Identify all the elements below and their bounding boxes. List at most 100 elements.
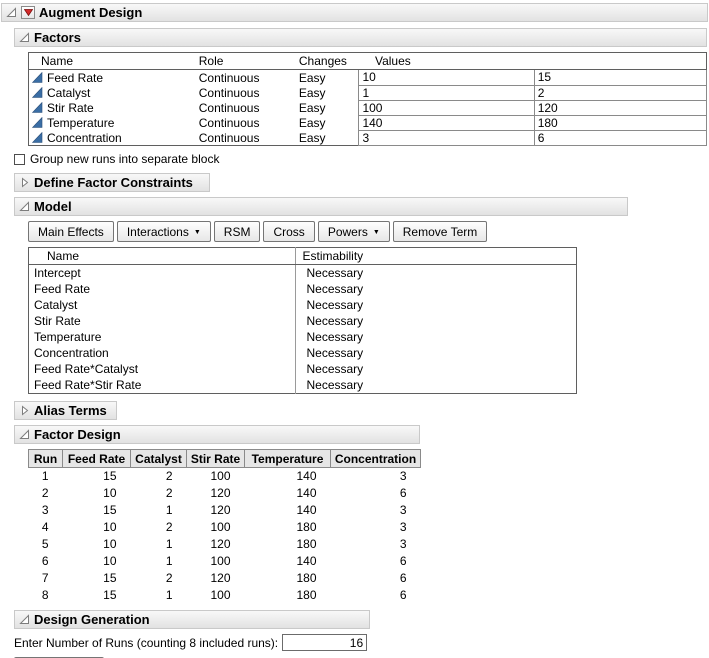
factor-changes[interactable]: Easy xyxy=(296,100,359,115)
number-of-runs-label: Enter Number of Runs (counting 8 include… xyxy=(14,636,278,650)
factor-row[interactable]: Concentration Continuous Easy 3 6 xyxy=(29,130,707,146)
factor-row[interactable]: Stir Rate Continuous Easy 100 120 xyxy=(29,100,707,115)
disclosure-open-icon[interactable] xyxy=(19,201,30,212)
fd-row: 4 10 2 100 180 3 xyxy=(29,519,421,536)
factor-changes[interactable]: Easy xyxy=(296,85,359,100)
fd-run: 7 xyxy=(29,570,63,587)
model-term-row[interactable]: Concentration Necessary xyxy=(29,345,577,361)
factor-changes[interactable]: Easy xyxy=(296,115,359,130)
disclosure-open-icon[interactable] xyxy=(6,7,17,18)
factor-row[interactable]: Catalyst Continuous Easy 1 2 xyxy=(29,85,707,100)
constraints-section-header[interactable]: Define Factor Constraints xyxy=(14,173,210,192)
factor-changes[interactable]: Easy xyxy=(296,130,359,146)
group-runs-checkbox[interactable] xyxy=(14,154,25,165)
model-section-title: Model xyxy=(34,199,72,214)
model-section-header[interactable]: Model xyxy=(14,197,628,216)
model-term-name[interactable]: Feed Rate xyxy=(29,281,296,297)
model-term-name[interactable]: Feed Rate*Stir Rate xyxy=(29,377,296,394)
model-term-name[interactable]: Stir Rate xyxy=(29,313,296,329)
model-term-name[interactable]: Catalyst xyxy=(29,297,296,313)
fd-run: 1 xyxy=(29,468,63,485)
factor-value-high[interactable]: 6 xyxy=(534,130,706,146)
fd-catalyst: 2 xyxy=(131,485,187,502)
powers-button[interactable]: Powers▼ xyxy=(318,221,390,242)
factor-role[interactable]: Continuous xyxy=(196,130,296,146)
fd-run: 6 xyxy=(29,553,63,570)
factor-changes[interactable]: Easy xyxy=(296,70,359,86)
model-term-name[interactable]: Intercept xyxy=(29,265,296,282)
factor-role[interactable]: Continuous xyxy=(196,85,296,100)
fd-temperature: 180 xyxy=(245,519,331,536)
model-term-estimability[interactable]: Necessary xyxy=(296,329,577,345)
disclosure-open-icon[interactable] xyxy=(19,32,30,43)
model-term-row[interactable]: Feed Rate*Stir Rate Necessary xyxy=(29,377,577,394)
dropdown-arrow-icon: ▼ xyxy=(194,229,201,236)
factor-value-high[interactable]: 120 xyxy=(534,100,706,115)
factor-value-low[interactable]: 1 xyxy=(359,85,534,100)
fd-concentration: 3 xyxy=(331,502,421,519)
factor-value-low[interactable]: 3 xyxy=(359,130,534,146)
design-generation-section-header[interactable]: Design Generation xyxy=(14,610,370,629)
model-term-row[interactable]: Temperature Necessary xyxy=(29,329,577,345)
model-term-row[interactable]: Feed Rate Necessary xyxy=(29,281,577,297)
remove-term-button[interactable]: Remove Term xyxy=(393,221,487,242)
constraints-section-title: Define Factor Constraints xyxy=(34,175,193,190)
model-term-row[interactable]: Stir Rate Necessary xyxy=(29,313,577,329)
factor-row[interactable]: Temperature Continuous Easy 140 180 xyxy=(29,115,707,130)
model-term-estimability[interactable]: Necessary xyxy=(296,361,577,377)
fd-stir-rate: 100 xyxy=(187,468,245,485)
model-term-row[interactable]: Feed Rate*Catalyst Necessary xyxy=(29,361,577,377)
model-term-estimability[interactable]: Necessary xyxy=(296,377,577,394)
factor-design-section-header[interactable]: Factor Design xyxy=(14,425,420,444)
model-term-estimability[interactable]: Necessary xyxy=(296,345,577,361)
continuous-factor-icon xyxy=(32,102,43,113)
group-runs-label[interactable]: Group new runs into separate block xyxy=(30,152,219,166)
model-term-estimability[interactable]: Necessary xyxy=(296,281,577,297)
interactions-button[interactable]: Interactions▼ xyxy=(117,221,211,242)
rsm-button[interactable]: RSM xyxy=(214,221,261,242)
disclosure-open-icon[interactable] xyxy=(19,614,30,625)
factors-section-header[interactable]: Factors xyxy=(14,28,707,47)
augment-design-header[interactable]: Augment Design xyxy=(1,3,708,22)
alias-terms-section-header[interactable]: Alias Terms xyxy=(14,401,117,420)
model-term-name[interactable]: Concentration xyxy=(29,345,296,361)
disclosure-open-icon[interactable] xyxy=(19,429,30,440)
model-term-row[interactable]: Catalyst Necessary xyxy=(29,297,577,313)
fd-temperature: 180 xyxy=(245,570,331,587)
factor-role[interactable]: Continuous xyxy=(196,115,296,130)
model-term-estimability[interactable]: Necessary xyxy=(296,313,577,329)
number-of-runs-input[interactable] xyxy=(282,634,367,651)
model-term-estimability[interactable]: Necessary xyxy=(296,265,577,282)
factor-value-high[interactable]: 180 xyxy=(534,115,706,130)
factor-row[interactable]: Feed Rate Continuous Easy 10 15 xyxy=(29,70,707,86)
factor-value-low[interactable]: 140 xyxy=(359,115,534,130)
factors-col-values: Values xyxy=(359,53,707,70)
number-of-runs-row: Enter Number of Runs (counting 8 include… xyxy=(14,634,709,652)
fd-stir-rate: 120 xyxy=(187,570,245,587)
disclosure-closed-icon[interactable] xyxy=(19,177,30,188)
fd-row: 5 10 1 120 180 3 xyxy=(29,536,421,553)
cross-button[interactable]: Cross xyxy=(263,221,314,242)
main-effects-button[interactable]: Main Effects xyxy=(28,221,114,242)
factor-value-high[interactable]: 15 xyxy=(534,70,706,86)
button-label: Main Effects xyxy=(38,225,104,239)
model-term-name[interactable]: Temperature xyxy=(29,329,296,345)
fd-col-run: Run xyxy=(29,450,63,468)
model-term-name[interactable]: Feed Rate*Catalyst xyxy=(29,361,296,377)
factor-role[interactable]: Continuous xyxy=(196,100,296,115)
augment-design-window: Augment Design Factors Name Role Changes… xyxy=(0,0,709,658)
factor-value-low[interactable]: 100 xyxy=(359,100,534,115)
factor-value-high[interactable]: 2 xyxy=(534,85,706,100)
fd-stir-rate: 120 xyxy=(187,502,245,519)
fd-concentration: 6 xyxy=(331,587,421,604)
model-term-estimability[interactable]: Necessary xyxy=(296,297,577,313)
model-term-row[interactable]: Intercept Necessary xyxy=(29,265,577,282)
factors-col-name: Name xyxy=(29,53,196,70)
disclosure-closed-icon[interactable] xyxy=(19,405,30,416)
factor-value-low[interactable]: 10 xyxy=(359,70,534,86)
fd-catalyst: 2 xyxy=(131,519,187,536)
fd-col-concentration: Concentration xyxy=(331,450,421,468)
factor-role[interactable]: Continuous xyxy=(196,70,296,86)
red-triangle-menu-button[interactable] xyxy=(21,6,35,19)
button-label: Cross xyxy=(273,225,304,239)
